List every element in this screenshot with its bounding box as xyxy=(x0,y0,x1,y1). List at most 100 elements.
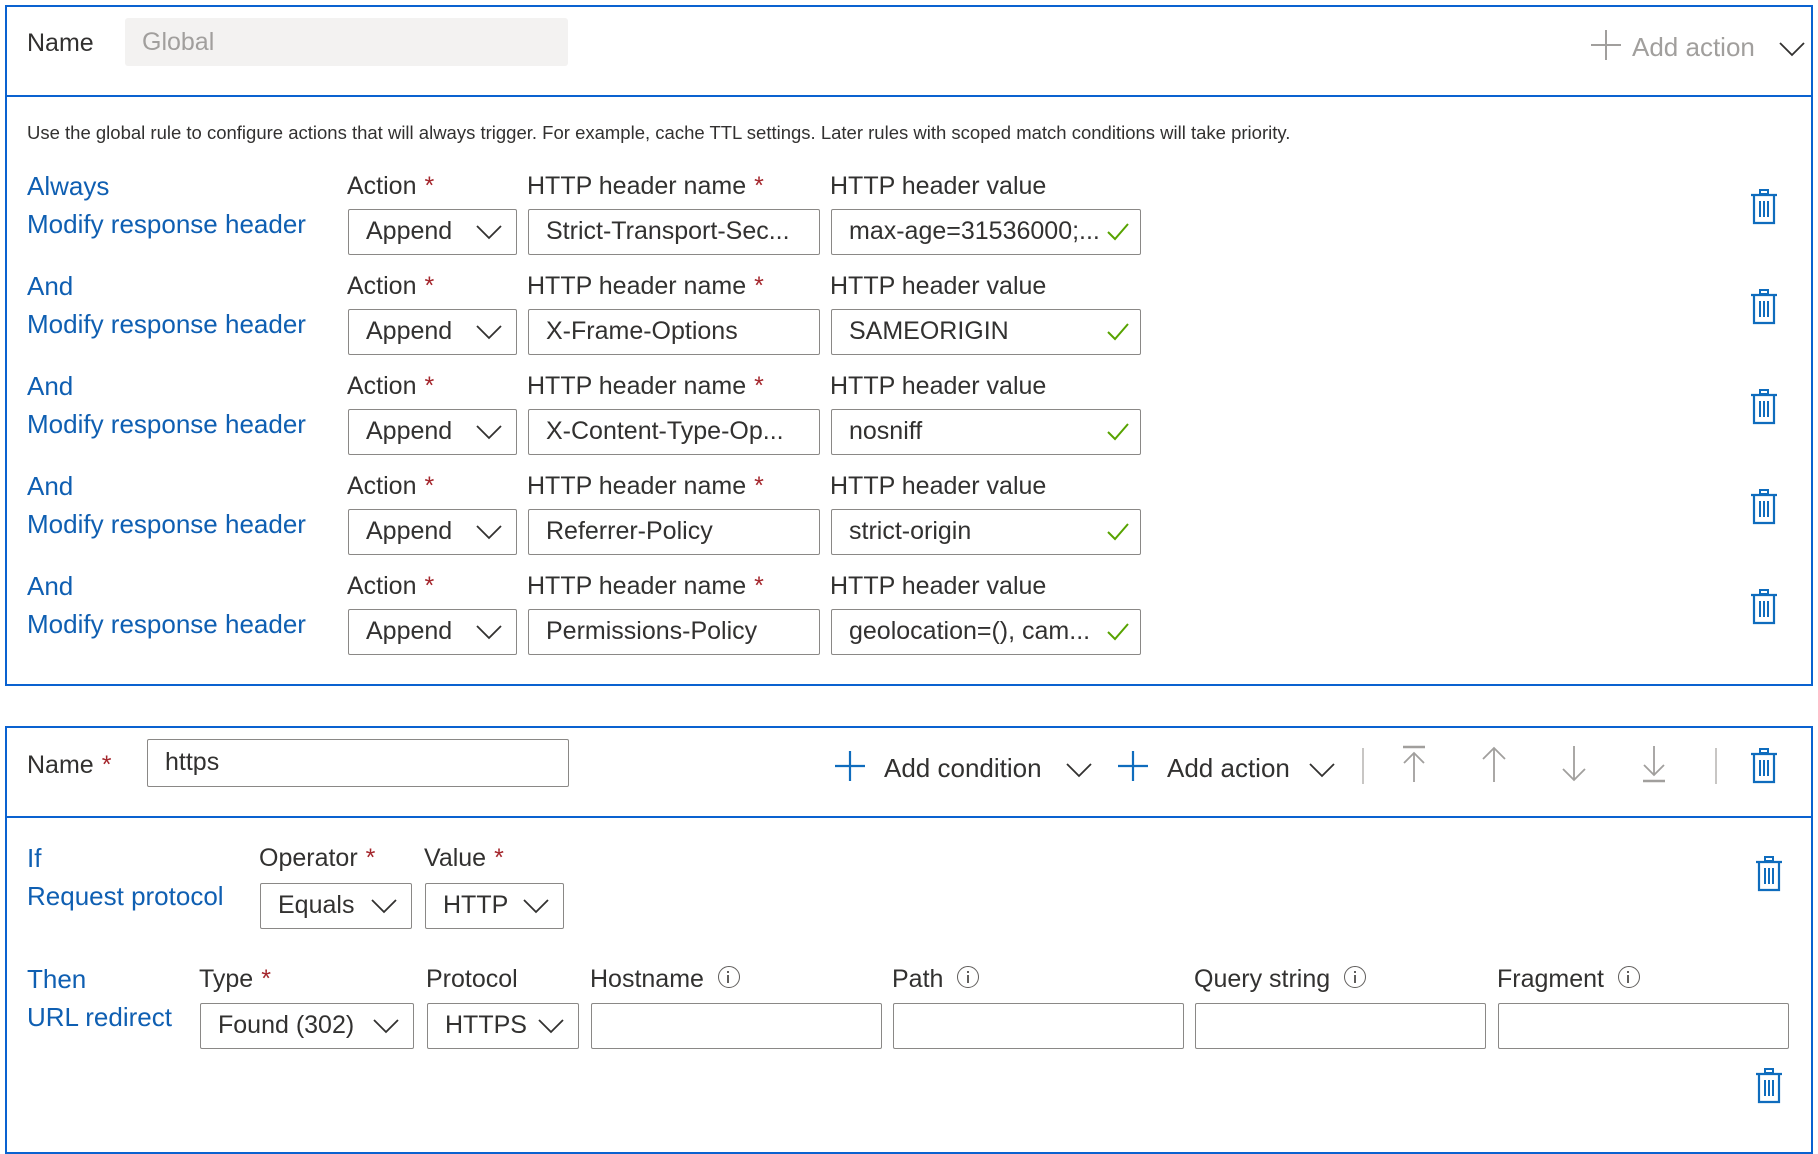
fragment-label: Fragment xyxy=(1497,964,1640,994)
delete-action-trash-icon[interactable] xyxy=(1749,189,1779,225)
path-label: Path xyxy=(892,964,980,994)
query-string-input[interactable] xyxy=(1195,1003,1486,1049)
protocol-label: Protocol xyxy=(426,965,518,993)
operator-dropdown[interactable]: Equals xyxy=(260,883,412,929)
info-icon[interactable] xyxy=(957,966,980,988)
chevron-down-icon xyxy=(1309,762,1335,778)
panel-header-divider xyxy=(7,95,1811,97)
header-name-input[interactable]: Permissions-Policy xyxy=(528,609,820,655)
global-action-row: And Modify response header Action * Appen… xyxy=(7,347,1811,455)
chevron-down-icon xyxy=(523,898,549,914)
condition-type[interactable]: Request protocol xyxy=(27,881,224,911)
toolbar-separator xyxy=(1715,748,1717,784)
action-connector: And xyxy=(27,571,74,601)
chevron-down-icon xyxy=(371,898,397,914)
panel-header-divider xyxy=(7,816,1811,818)
chevron-down-icon xyxy=(476,224,502,240)
chevron-down-icon xyxy=(476,624,502,640)
protocol-value-dropdown[interactable]: HTTP xyxy=(425,883,564,929)
https-name-label: Name * xyxy=(27,751,112,779)
header-name-label: HTTP header name * xyxy=(527,572,764,600)
move-down-icon[interactable] xyxy=(1560,745,1588,783)
info-icon[interactable] xyxy=(717,966,740,988)
delete-action-trash-icon[interactable] xyxy=(1749,389,1779,425)
action-type[interactable]: Modify response header xyxy=(27,409,306,439)
chevron-down-icon xyxy=(476,424,502,440)
action-label: Action * xyxy=(347,472,435,500)
chevron-down-icon xyxy=(1779,41,1805,57)
delete-rule-trash-icon[interactable] xyxy=(1749,748,1779,784)
hostname-label: Hostname xyxy=(590,964,740,994)
action-connector: Then xyxy=(27,964,87,994)
move-up-icon[interactable] xyxy=(1480,745,1508,783)
action-type[interactable]: Modify response header xyxy=(27,509,306,539)
action-label: Action * xyxy=(347,572,435,600)
checkmark-icon xyxy=(1106,622,1130,642)
global-rule-description: Use the global rule to configure actions… xyxy=(27,122,1291,143)
redirect-type-dropdown[interactable]: Found (302) xyxy=(200,1003,414,1049)
global-action-row: Always Modify response header Action * Ap… xyxy=(7,147,1811,255)
action-type[interactable]: Modify response header xyxy=(27,309,306,339)
add-condition-label: Add condition xyxy=(884,753,1042,783)
toolbar-separator xyxy=(1362,748,1364,784)
global-action-row: And Modify response header Action * Appen… xyxy=(7,447,1811,555)
redirect-protocol-dropdown[interactable]: HTTPS xyxy=(427,1003,579,1049)
move-to-top-icon[interactable] xyxy=(1400,745,1428,783)
checkmark-icon xyxy=(1106,322,1130,342)
header-value-label: HTTP header value xyxy=(830,272,1047,300)
checkmark-icon xyxy=(1106,222,1130,242)
plus-icon xyxy=(835,751,865,781)
header-value-label: HTTP header value xyxy=(830,472,1047,500)
delete-action-trash-icon[interactable] xyxy=(1749,489,1779,525)
info-icon[interactable] xyxy=(1344,966,1367,988)
action-connector: And xyxy=(27,471,74,501)
operator-label: Operator * xyxy=(259,844,376,872)
move-to-bottom-icon[interactable] xyxy=(1640,745,1668,783)
header-name-label: HTTP header name * xyxy=(527,172,764,200)
checkmark-icon xyxy=(1106,422,1130,442)
action-label: Action * xyxy=(347,272,435,300)
global-rule-panel: Name Global Add action Use the global ru… xyxy=(5,5,1813,686)
global-name-label: Name xyxy=(27,29,94,57)
action-type[interactable]: Modify response header xyxy=(27,609,306,639)
chevron-down-icon xyxy=(476,524,502,540)
global-add-action-button[interactable]: Add action xyxy=(1587,27,1797,67)
info-icon[interactable] xyxy=(1617,966,1640,988)
global-add-action-label: Add action xyxy=(1632,32,1755,62)
action-type[interactable]: URL redirect xyxy=(27,1002,172,1032)
path-input[interactable] xyxy=(893,1003,1184,1049)
delete-action-trash-icon[interactable] xyxy=(1754,1068,1784,1104)
add-action-button[interactable]: Add action xyxy=(1117,748,1337,788)
header-name-label: HTTP header name * xyxy=(527,372,764,400)
delete-action-trash-icon[interactable] xyxy=(1749,289,1779,325)
redirect-type-label: Type * xyxy=(199,965,271,993)
chevron-down-icon xyxy=(1066,762,1092,778)
fragment-input[interactable] xyxy=(1498,1003,1789,1049)
add-condition-button[interactable]: Add condition xyxy=(834,748,1094,788)
query-string-label: Query string xyxy=(1194,964,1367,994)
delete-action-trash-icon[interactable] xyxy=(1749,589,1779,625)
header-value-input[interactable]: geolocation=(), cam... xyxy=(831,609,1141,655)
https-rule-panel: Name * https Add condition Add action If… xyxy=(5,726,1813,1154)
header-value-label: HTTP header value xyxy=(830,172,1047,200)
checkmark-icon xyxy=(1106,522,1130,542)
action-connector: And xyxy=(27,371,74,401)
global-name-value: Global xyxy=(142,28,215,56)
plus-icon xyxy=(1591,30,1621,60)
add-action-label: Add action xyxy=(1167,753,1290,783)
condition-connector: If xyxy=(27,843,42,873)
header-value-label: HTTP header value xyxy=(830,372,1047,400)
https-name-input[interactable]: https xyxy=(147,739,569,787)
action-type[interactable]: Modify response header xyxy=(27,209,306,239)
hostname-input[interactable] xyxy=(591,1003,882,1049)
plus-icon xyxy=(1118,751,1148,781)
action-dropdown[interactable]: Append xyxy=(348,609,517,655)
header-name-label: HTTP header name * xyxy=(527,472,764,500)
https-name-value: https xyxy=(165,748,220,776)
chevron-down-icon xyxy=(373,1018,399,1034)
action-label: Action * xyxy=(347,372,435,400)
header-name-label: HTTP header name * xyxy=(527,272,764,300)
global-action-row: And Modify response header Action * Appen… xyxy=(7,247,1811,355)
delete-condition-trash-icon[interactable] xyxy=(1754,856,1784,892)
action-connector: Always xyxy=(27,171,110,201)
